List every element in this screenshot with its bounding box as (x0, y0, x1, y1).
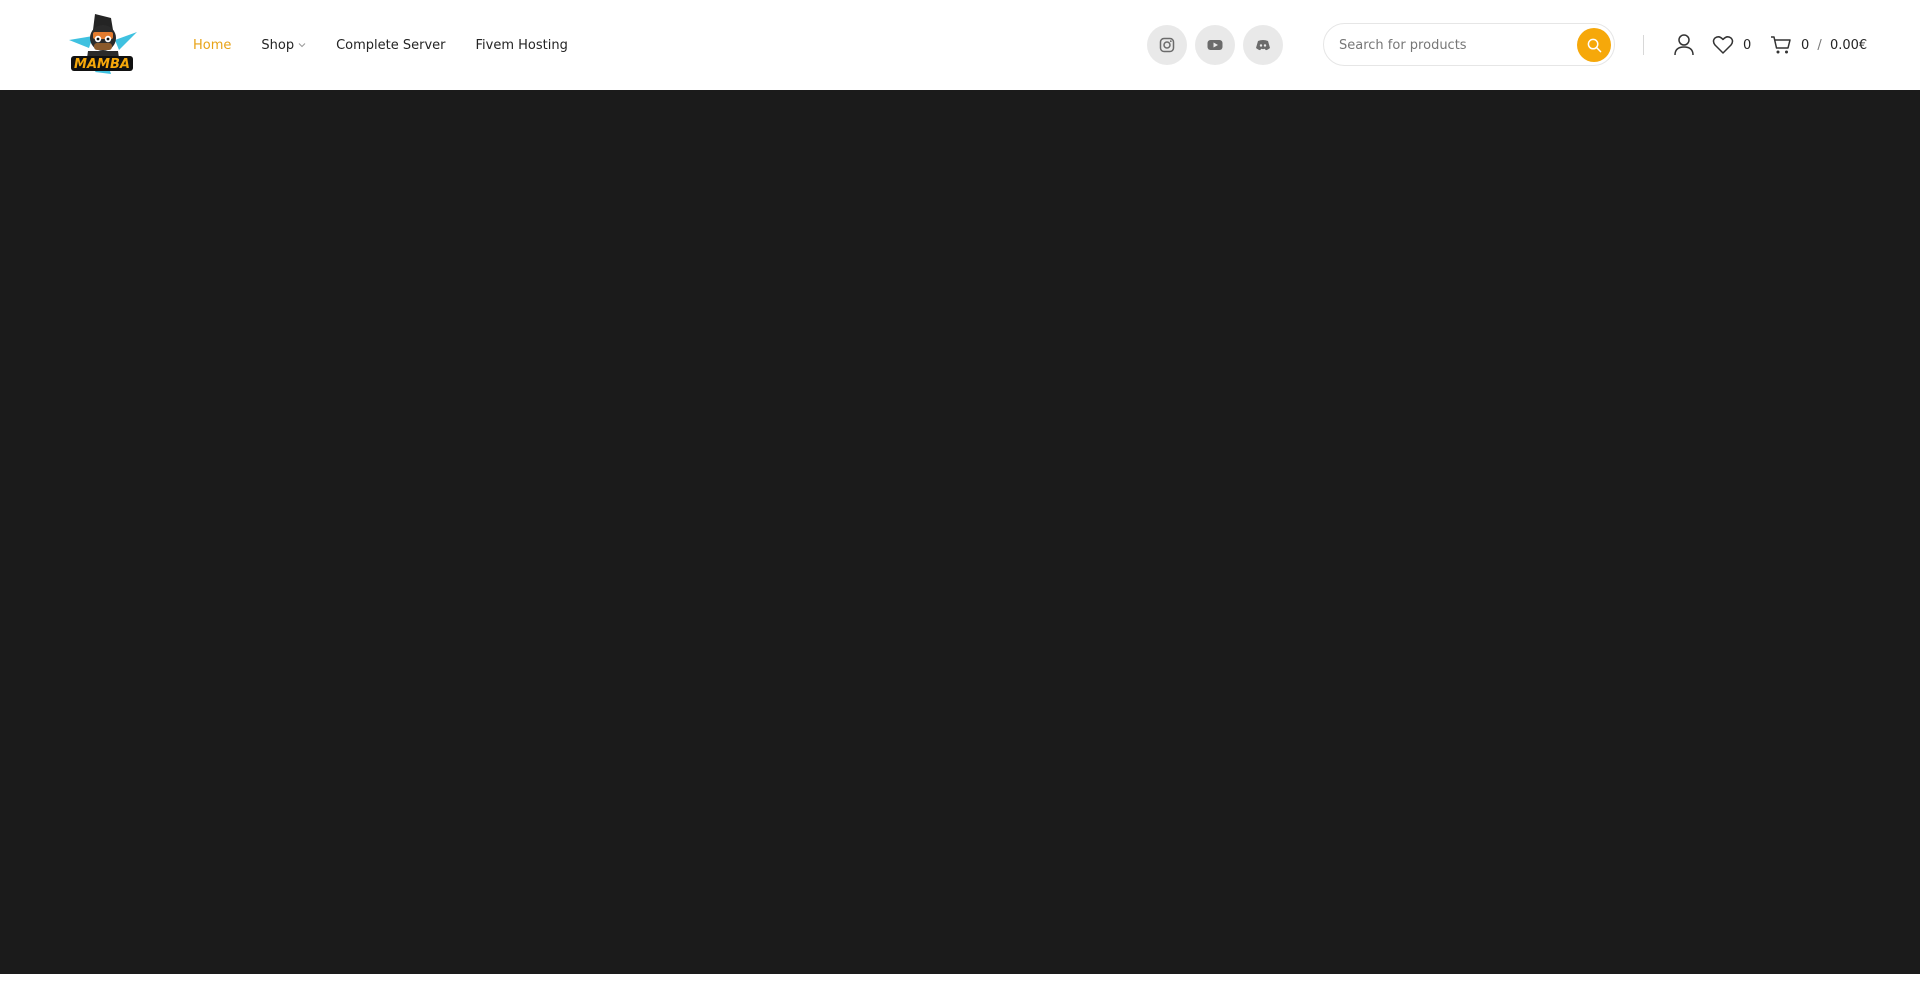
product-search (1323, 23, 1615, 66)
nav-fivem-hosting[interactable]: Fivem Hosting (476, 38, 568, 53)
svg-text:MAMBA: MAMBA (74, 57, 130, 72)
cart-total: 0.00€ (1829, 37, 1868, 53)
nav-complete-server[interactable]: Complete Server (336, 38, 445, 53)
nav-home[interactable]: Home (193, 38, 231, 53)
chevron-down-icon (298, 43, 306, 48)
site-header: MAMBA Home Shop Complete Server Fivem Ho… (0, 0, 1920, 90)
page-bottom-strip (0, 974, 1920, 993)
site-logo[interactable]: MAMBA (67, 10, 139, 80)
mamba-logo-icon: MAMBA (69, 14, 137, 74)
heart-icon (1712, 36, 1734, 54)
nav-shop-label: Shop (261, 37, 295, 53)
user-icon (1674, 34, 1694, 56)
wishlist-button[interactable]: 0 (1712, 33, 1751, 57)
search-input[interactable] (1339, 34, 1559, 56)
instagram-link[interactable] (1147, 25, 1187, 65)
search-icon (1587, 38, 1601, 52)
nav-shop[interactable]: Shop (261, 38, 306, 53)
youtube-link[interactable] (1195, 25, 1235, 65)
nav-home-label: Home (193, 37, 232, 53)
social-links (1147, 25, 1283, 65)
discord-icon (1256, 40, 1270, 51)
discord-link[interactable] (1243, 25, 1283, 65)
cart-icon (1771, 36, 1791, 54)
cart-button[interactable]: 0 / 0.00€ (1770, 33, 1867, 57)
hero-section (0, 90, 1920, 974)
main-nav: Home Shop Complete Server Fivem Hosting (193, 0, 598, 90)
youtube-icon (1207, 40, 1223, 50)
instagram-icon (1159, 37, 1175, 53)
account-button[interactable] (1673, 33, 1695, 57)
wishlist-count: 0 (1743, 37, 1752, 53)
nav-fivem-hosting-label: Fivem Hosting (475, 37, 568, 53)
cart-summary: 0 / 0.00€ (1801, 38, 1867, 53)
search-button[interactable] (1577, 28, 1611, 62)
nav-complete-server-label: Complete Server (336, 37, 446, 53)
header-divider (1643, 35, 1644, 55)
cart-separator: / (1817, 37, 1822, 53)
cart-count: 0 (1801, 37, 1810, 53)
